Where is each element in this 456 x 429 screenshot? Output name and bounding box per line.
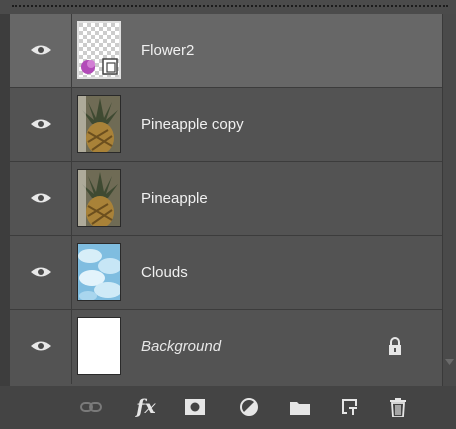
- adjustment-layer-button[interactable]: [238, 396, 260, 418]
- eye-icon[interactable]: [30, 44, 52, 56]
- layer-row-flower2[interactable]: Flower2: [10, 14, 442, 88]
- link-layers-icon[interactable]: [80, 401, 102, 413]
- visibility-toggle[interactable]: [10, 236, 72, 309]
- layer-thumbnail[interactable]: [77, 95, 121, 153]
- new-group-button[interactable]: [288, 396, 312, 418]
- layers-footer-toolbar: fx: [0, 386, 456, 429]
- visibility-toggle[interactable]: [10, 88, 72, 161]
- layer-row-clouds[interactable]: Clouds: [10, 236, 442, 310]
- visibility-toggle[interactable]: [10, 162, 72, 235]
- layer-style-button[interactable]: fx: [132, 396, 160, 418]
- adjustment-layer-icon[interactable]: [240, 398, 258, 416]
- link-layers-button[interactable]: [78, 396, 104, 418]
- panel-top-edge: [0, 0, 456, 14]
- layer-name[interactable]: Pineapple copy: [141, 116, 244, 133]
- layer-name[interactable]: Flower2: [141, 42, 194, 59]
- eye-icon[interactable]: [30, 192, 52, 204]
- layer-row-background[interactable]: Background: [10, 310, 442, 384]
- layer-row-pineapple[interactable]: Pineapple: [10, 162, 442, 236]
- layer-thumbnail[interactable]: [77, 243, 121, 301]
- layer-thumbnail[interactable]: [77, 317, 121, 375]
- add-mask-button[interactable]: [183, 396, 207, 418]
- layer-name[interactable]: Clouds: [141, 264, 188, 281]
- eye-icon[interactable]: [30, 118, 52, 130]
- visibility-toggle[interactable]: [10, 14, 72, 87]
- layer-thumbnail[interactable]: [77, 169, 121, 227]
- layer-list: Flower2 Pineapple copy Pineapple Clouds …: [10, 14, 442, 386]
- new-layer-button[interactable]: [339, 396, 361, 418]
- layers-panel: Flower2 Pineapple copy Pineapple Clouds …: [0, 0, 456, 429]
- eye-icon[interactable]: [30, 266, 52, 278]
- new-layer-icon[interactable]: [341, 398, 359, 416]
- layer-name[interactable]: Pineapple: [141, 190, 208, 207]
- scroll-down-icon[interactable]: [445, 359, 454, 365]
- visibility-toggle[interactable]: [10, 310, 72, 384]
- lock-icon[interactable]: [387, 336, 403, 356]
- scrollbar[interactable]: [442, 14, 456, 386]
- fx-icon[interactable]: fx: [136, 396, 156, 418]
- layer-row-pineapple-copy[interactable]: Pineapple copy: [10, 88, 442, 162]
- delete-layer-button[interactable]: [387, 396, 409, 418]
- layer-thumbnail[interactable]: [77, 21, 121, 79]
- eye-icon[interactable]: [30, 340, 52, 352]
- layer-mask-icon[interactable]: [185, 399, 205, 415]
- group-folder-icon[interactable]: [290, 400, 310, 415]
- trash-icon[interactable]: [390, 397, 406, 417]
- layer-name[interactable]: Background: [141, 338, 221, 355]
